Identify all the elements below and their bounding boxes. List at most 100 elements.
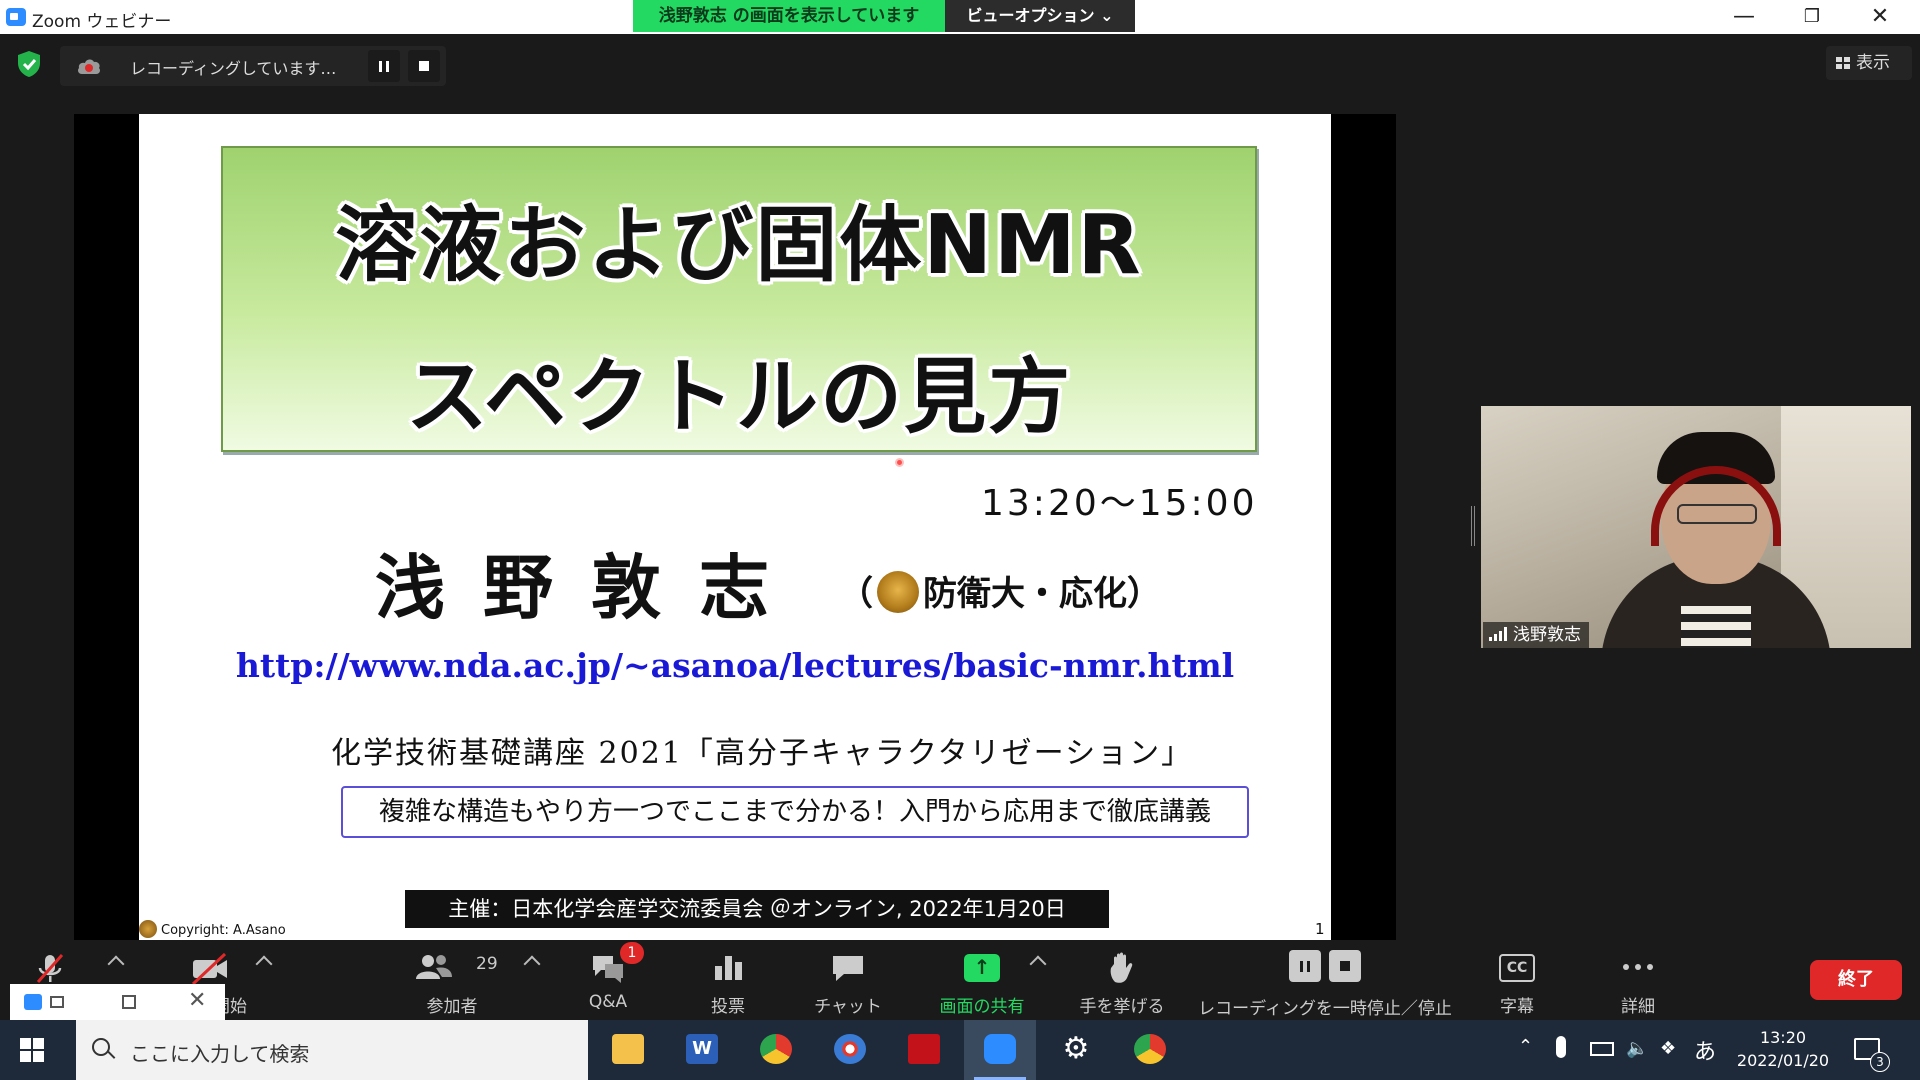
meeting-toolbar: 開始 29 参加者 1 Q&A 投票 チャット 画面の共有 bbox=[0, 940, 1920, 1020]
battery-icon[interactable] bbox=[1590, 1042, 1614, 1056]
course-title: 化学技術基礎講座 2021「高分子キャラクタリゼーション」 bbox=[331, 736, 1194, 771]
layout-view-button[interactable]: 表示 bbox=[1826, 46, 1912, 80]
grid-view-icon bbox=[1836, 57, 1850, 69]
taskbar-settings[interactable]: ⚙ bbox=[1040, 1020, 1112, 1080]
raise-hand-label: 手を挙げる bbox=[1079, 997, 1165, 1017]
window-title-bar: Zoom ウェビナー 浅野敦志 の画面を表示しています ビューオプション ⌄ —… bbox=[0, 0, 1920, 34]
laser-pointer bbox=[895, 458, 904, 467]
shared-screen: 溶液および固体NMR スペクトルの見方 13:20～15:00 浅野敦志 （ 防衛… bbox=[74, 114, 1396, 940]
folder-icon bbox=[612, 1034, 644, 1064]
video-off-icon bbox=[191, 952, 227, 986]
speaker-video-tile[interactable]: 浅野敦志 bbox=[1481, 406, 1911, 648]
chat-label: チャット bbox=[814, 997, 882, 1017]
slide-tagline: 複雑な構造もやり方一つでここまで分かる！入門から応用まで徹底講義 bbox=[341, 786, 1249, 838]
taskbar-search-box[interactable]: ここに入力して検索 bbox=[76, 1020, 588, 1080]
poll-button[interactable]: 投票 bbox=[668, 940, 788, 1020]
audio-options-caret[interactable] bbox=[107, 955, 125, 973]
toolbar-pause-recording[interactable] bbox=[1289, 950, 1321, 982]
host-info: 主催：日本化学会産学交流委員会 ＠オンライン, 2022年1月20日 bbox=[405, 890, 1109, 928]
pause-icon bbox=[379, 61, 389, 72]
participant-name: 浅野敦志 bbox=[1513, 625, 1581, 645]
slide-title-line2: スペクトルの見方 bbox=[405, 350, 1073, 445]
taskbar-chrome[interactable] bbox=[740, 1020, 812, 1080]
view-button-label: 表示 bbox=[1856, 53, 1890, 73]
stop-recording-button[interactable] bbox=[408, 50, 440, 82]
chrome-profile-icon bbox=[1134, 1034, 1166, 1064]
ime-indicator[interactable]: あ bbox=[1694, 1034, 1716, 1066]
connection-signal-icon bbox=[1489, 627, 1507, 641]
recording-bar: レコーディングしています… 表示 bbox=[0, 34, 1920, 94]
taskbar-clock[interactable]: 13:20 2022/01/20 bbox=[1728, 1026, 1838, 1072]
taskbar-paint[interactable] bbox=[814, 1020, 886, 1080]
captions-button[interactable]: CC 字幕 bbox=[1457, 940, 1577, 1020]
restore-icon[interactable]: ❐ bbox=[1782, 2, 1842, 32]
minimize-icon[interactable]: — bbox=[1714, 2, 1774, 32]
participants-label: 参加者 bbox=[426, 997, 478, 1017]
slide-url: http://www.nda.ac.jp/~asanoa/lectures/ba… bbox=[235, 646, 1235, 685]
toolbar-stop-recording[interactable] bbox=[1329, 950, 1361, 982]
close-icon[interactable]: ✕ bbox=[1850, 2, 1910, 32]
screen-share-banner: 浅野敦志 の画面を表示しています bbox=[633, 0, 945, 32]
chat-button[interactable]: チャット bbox=[788, 940, 908, 1020]
slide-copyright: Copyright: A.Asano bbox=[139, 920, 286, 938]
speaker-name: 浅野敦志 bbox=[375, 547, 807, 629]
word-icon: W bbox=[686, 1034, 718, 1064]
acrobat-icon bbox=[908, 1034, 940, 1064]
participants-button[interactable]: 29 参加者 bbox=[392, 940, 512, 1020]
chat-icon bbox=[833, 956, 863, 981]
view-options-button[interactable]: ビューオプション ⌄ bbox=[945, 0, 1135, 32]
taskbar-acrobat[interactable] bbox=[888, 1020, 960, 1080]
window-title: Zoom ウェビナー bbox=[32, 12, 172, 32]
share-screen-icon bbox=[964, 954, 1000, 982]
taskbar-word[interactable]: W bbox=[666, 1020, 738, 1080]
university-seal-icon bbox=[877, 571, 919, 613]
raise-hand-icon bbox=[1110, 952, 1133, 983]
windows-start-icon[interactable] bbox=[20, 1038, 44, 1062]
clock-date: 2022/01/20 bbox=[1736, 1051, 1830, 1070]
end-meeting-button[interactable]: 終了 bbox=[1810, 960, 1902, 1000]
security-shield-icon[interactable] bbox=[16, 50, 42, 78]
speaker-affiliation: （ 防衛大・応化） bbox=[839, 566, 1161, 615]
mini-restore-icon[interactable] bbox=[50, 996, 64, 1008]
toolbar-stop-icon bbox=[1340, 961, 1350, 971]
volume-icon[interactable]: 🔈 bbox=[1626, 1038, 1648, 1059]
poll-label: 投票 bbox=[711, 997, 745, 1017]
copyright-seal-icon bbox=[139, 920, 157, 938]
panel-resize-handle[interactable] bbox=[1471, 506, 1475, 546]
more-dots-icon bbox=[1623, 964, 1653, 970]
chrome-icon bbox=[760, 1034, 792, 1064]
recording-controls-label: レコーディングを一時停止／停止 bbox=[1198, 999, 1452, 1019]
dropbox-icon[interactable]: ❖ bbox=[1660, 1038, 1676, 1059]
mini-close-icon[interactable]: ✕ bbox=[188, 988, 206, 1013]
paint-icon bbox=[834, 1034, 866, 1064]
taskbar-file-explorer[interactable] bbox=[592, 1020, 664, 1080]
slide-title-line1: 溶液および固体NMR bbox=[335, 198, 1143, 293]
participants-options-caret[interactable] bbox=[523, 955, 541, 973]
clock-time: 13:20 bbox=[1759, 1028, 1807, 1047]
slide-title-box: 溶液および固体NMR スペクトルの見方 bbox=[221, 146, 1257, 452]
qa-button[interactable]: 1 Q&A bbox=[548, 940, 668, 1020]
poll-icon bbox=[715, 956, 742, 980]
taskbar-zoom[interactable] bbox=[964, 1020, 1036, 1080]
mini-maximize-icon[interactable] bbox=[122, 995, 136, 1009]
more-label: 詳細 bbox=[1621, 997, 1655, 1017]
affiliation-text: 防衛大・応化） bbox=[923, 574, 1161, 614]
microphone-icon[interactable] bbox=[1556, 1036, 1566, 1058]
recording-controls[interactable]: レコーディングを一時停止／停止 bbox=[1195, 940, 1455, 1020]
cloud-recording-icon bbox=[78, 59, 100, 74]
zoom-app-icon bbox=[6, 8, 26, 26]
toolbar-pause-icon bbox=[1300, 961, 1310, 972]
gear-icon: ⚙ bbox=[1062, 1031, 1090, 1066]
share-screen-button[interactable]: 画面の共有 bbox=[922, 940, 1042, 1020]
participants-count: 29 bbox=[476, 954, 498, 974]
participant-name-tag: 浅野敦志 bbox=[1483, 622, 1589, 648]
taskbar-chrome-profile[interactable] bbox=[1114, 1020, 1186, 1080]
more-button[interactable]: 詳細 bbox=[1578, 940, 1698, 1020]
presentation-slide: 溶液および固体NMR スペクトルの見方 13:20～15:00 浅野敦志 （ 防衛… bbox=[139, 114, 1331, 940]
tray-chevron-icon[interactable]: ⌃ bbox=[1518, 1036, 1533, 1057]
slide-page-number: 1 bbox=[1315, 920, 1325, 938]
pause-recording-button[interactable] bbox=[368, 50, 400, 82]
qa-label: Q&A bbox=[588, 992, 628, 1012]
raise-hand-button[interactable]: 手を挙げる bbox=[1062, 940, 1182, 1020]
qa-badge: 1 bbox=[620, 942, 644, 964]
